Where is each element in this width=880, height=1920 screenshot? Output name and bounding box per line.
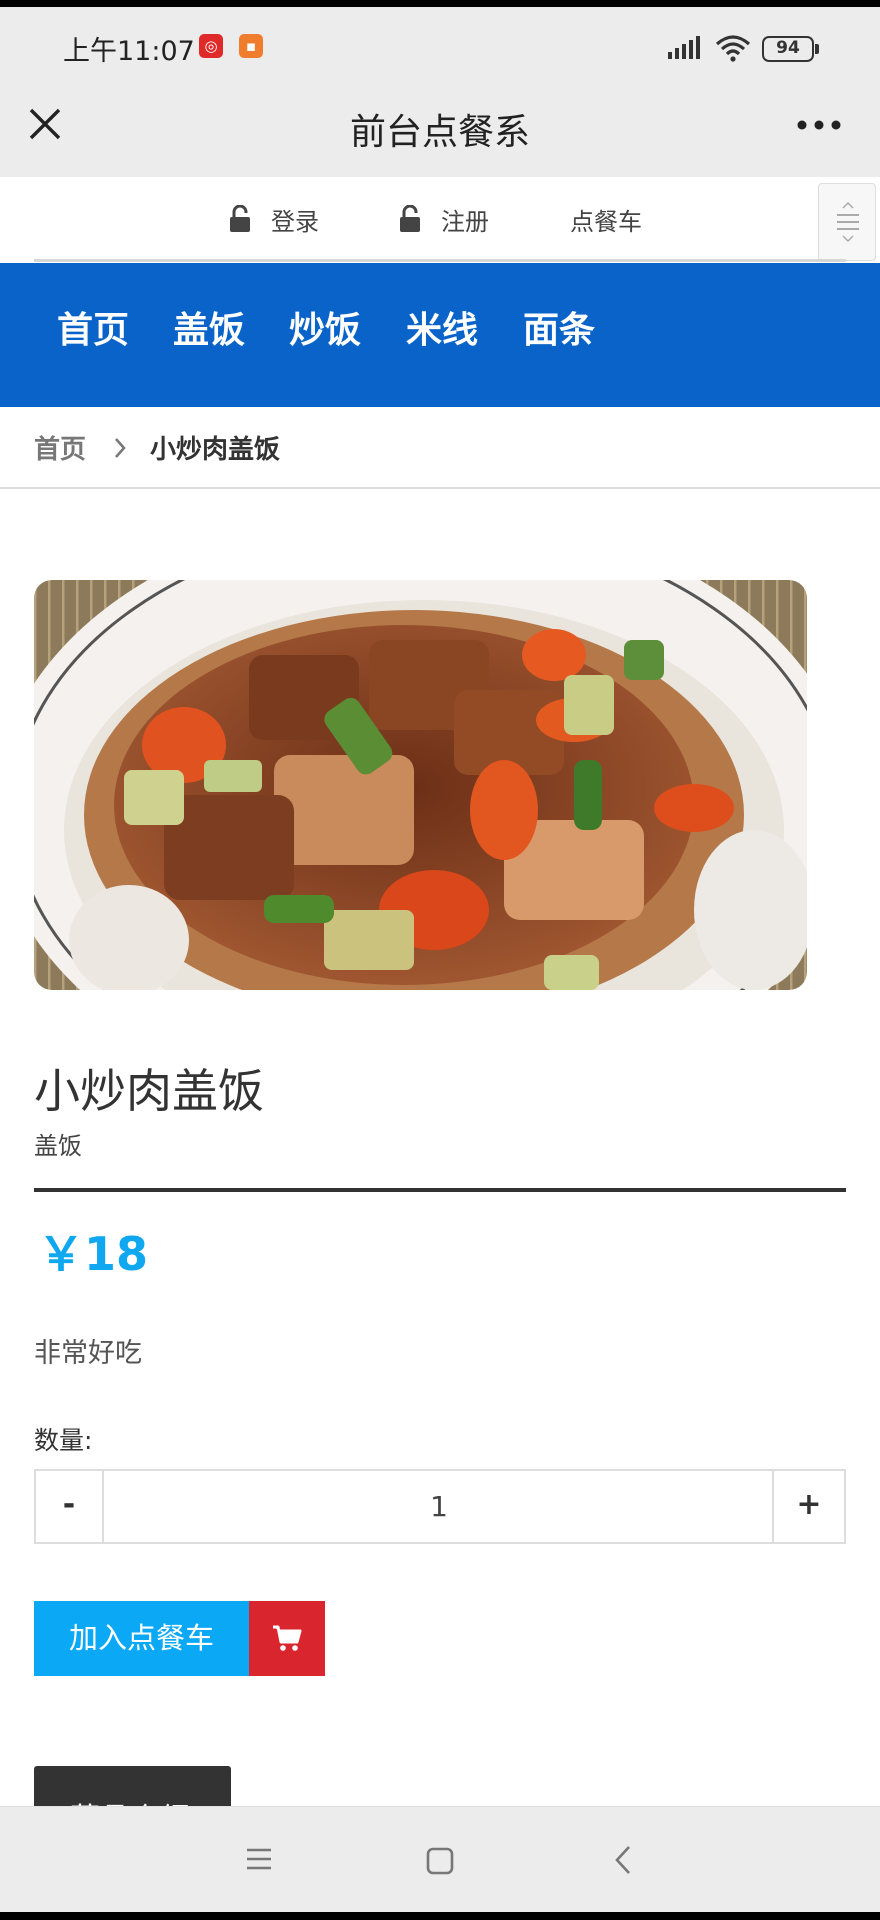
product-price: ￥18 [38, 1227, 149, 1281]
battery-icon: 94 [762, 36, 814, 62]
add-to-cart-button[interactable]: 加入点餐车 [34, 1601, 249, 1676]
nav-item-gaifan[interactable]: 盖饭 [173, 301, 245, 353]
shopping-cart-icon [273, 1625, 302, 1651]
status-time: 上午11:07 [63, 36, 195, 67]
link-bar-divider [34, 259, 846, 262]
login-link[interactable]: 登录 [229, 199, 319, 239]
breadcrumb-current: 小炒肉盖饭 [150, 435, 281, 465]
product-image [34, 580, 807, 990]
product-description: 非常好吃 [34, 1338, 142, 1369]
top-link-bar: 登录 注册 点餐车 [0, 177, 880, 263]
system-nav-bar [0, 1806, 880, 1912]
product-title: 小炒肉盖饭 [34, 1064, 264, 1118]
battery-tip [815, 44, 819, 54]
nav-item-mixian[interactable]: 米线 [406, 301, 478, 353]
breadcrumb-home[interactable]: 首页 [34, 429, 86, 466]
menu-toggle-button[interactable] [818, 183, 876, 261]
more-icon[interactable] [796, 119, 842, 131]
unlock-icon [230, 205, 250, 232]
breadcrumb: 首页 小炒肉盖饭 [0, 407, 880, 489]
quantity-label: 数量: [34, 1426, 93, 1455]
cart-label: 点餐车 [570, 207, 642, 236]
menu-toggle-icon [837, 201, 859, 243]
home-icon[interactable] [426, 1847, 454, 1875]
title-divider [34, 1188, 846, 1192]
quantity-input[interactable] [104, 1471, 774, 1542]
quantity-decrease-button[interactable]: - [36, 1471, 104, 1542]
nav-item-home[interactable]: 首页 [57, 301, 129, 353]
cart-button[interactable] [249, 1601, 325, 1676]
login-label: 登录 [271, 207, 319, 236]
screen-bottom-edge [0, 1912, 880, 1920]
chevron-right-icon [115, 438, 126, 458]
nav-item-miantiao[interactable]: 面条 [523, 301, 595, 353]
netease-music-icon: ◎ [199, 34, 223, 58]
cart-link[interactable]: 点餐车 [570, 199, 642, 239]
status-bar: 上午11:07 ◎ ▪ 94 [0, 7, 880, 81]
register-link[interactable]: 注册 [399, 199, 489, 239]
screen-top-edge [0, 0, 880, 7]
tab-product-intro[interactable]: 菜品介绍 [34, 1766, 231, 1806]
unlock-icon [400, 205, 420, 232]
quantity-stepper: - + [34, 1469, 846, 1544]
tab-product-intro-label: 菜品介绍 [70, 1794, 190, 1806]
product-category: 盖饭 [34, 1132, 82, 1160]
page-title: 前台点餐系 [349, 112, 530, 153]
register-label: 注册 [441, 207, 489, 236]
back-icon[interactable] [613, 1844, 633, 1876]
title-bar: 前台点餐系 [0, 81, 880, 177]
video-app-icon: ▪ [239, 34, 263, 58]
nav-item-chaofan[interactable]: 炒饭 [289, 301, 361, 353]
signal-icon [668, 36, 700, 59]
wifi-icon [715, 35, 751, 62]
category-nav: 首页 盖饭 炒饭 米线 面条 [0, 263, 880, 407]
menu-icon[interactable] [246, 1847, 272, 1871]
quantity-increase-button[interactable]: + [772, 1471, 844, 1542]
battery-level: 94 [776, 38, 800, 58]
